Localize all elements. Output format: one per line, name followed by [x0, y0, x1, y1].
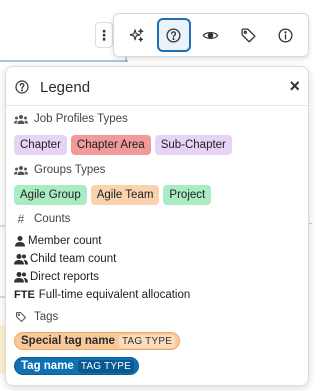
view-toolbar	[113, 13, 309, 57]
count-label: Full-time equivalent allocation	[38, 289, 191, 301]
legend-header: Legend ×	[14, 77, 300, 97]
count-member: Member count	[14, 235, 102, 247]
background-connector	[0, 60, 128, 62]
groups-section-title: Groups Types	[14, 164, 105, 176]
chip-agile-group: Agile Group	[14, 185, 87, 205]
chip-project: Project	[163, 185, 212, 205]
info-icon	[278, 27, 293, 43]
tag-name: Special tag name	[21, 335, 115, 347]
header-divider	[6, 105, 308, 106]
legend-title: Legend	[40, 78, 91, 96]
users-icon	[14, 113, 28, 125]
chip-sub-chapter: Sub-Chapter	[154, 135, 232, 155]
job-profiles-title: Job Profiles Types	[34, 113, 128, 125]
info-button[interactable]	[268, 18, 302, 52]
job-profiles-section-title: Job Profiles Types	[14, 113, 128, 125]
count-fte: FTE Full-time equivalent allocation	[14, 289, 190, 301]
groups-title: Groups Types	[34, 164, 106, 176]
hash-icon: #	[17, 212, 25, 226]
users-icon	[14, 253, 28, 265]
count-label: Member count	[28, 235, 102, 247]
fte-prefix: FTE	[14, 289, 35, 301]
visibility-button[interactable]	[194, 18, 228, 52]
close-button[interactable]: ×	[289, 77, 300, 95]
ai-sparkles-button[interactable]	[120, 18, 154, 52]
tag-special: Special tag name TAG TYPE	[14, 332, 181, 350]
count-direct-reports: Direct reports	[14, 271, 99, 283]
more-options-button[interactable]: ⋮	[95, 22, 113, 48]
users-icon	[14, 164, 28, 176]
chip-chapter: Chapter	[14, 135, 67, 155]
chip-chapter-area: Chapter Area	[70, 135, 151, 155]
counts-section-title: # Counts	[14, 212, 71, 226]
tag-type-badge: TAG TYPE	[77, 359, 134, 373]
user-icon	[14, 235, 26, 247]
tag-icon	[14, 311, 28, 323]
tags-button[interactable]	[231, 18, 265, 52]
tags-section-title: Tags	[14, 311, 58, 323]
tags-title: Tags	[34, 311, 59, 323]
job-profile-chips: Chapter Chapter Area Sub-Chapter	[14, 135, 232, 155]
chip-agile-team: Agile Team	[90, 185, 160, 205]
tag-icon	[241, 27, 256, 43]
legend-help-button[interactable]	[156, 18, 191, 52]
count-label: Direct reports	[30, 271, 100, 283]
users-icon	[14, 271, 28, 283]
counts-title: Counts	[34, 213, 71, 225]
tag-standard: Tag name TAG TYPE	[14, 357, 139, 375]
eye-icon	[203, 31, 219, 39]
help-circle-icon	[15, 80, 29, 94]
tag-name: Tag name	[21, 360, 74, 372]
sparkles-icon	[129, 28, 144, 42]
tag-type-badge: TAG TYPE	[118, 334, 176, 348]
help-circle-icon	[166, 27, 181, 43]
legend-panel: Legend × Job Profiles Types Chapter Chap…	[5, 66, 309, 386]
count-label: Child team count	[30, 253, 117, 265]
group-chips: Agile Group Agile Team Project	[14, 185, 212, 205]
count-child-team: Child team count	[14, 253, 116, 265]
